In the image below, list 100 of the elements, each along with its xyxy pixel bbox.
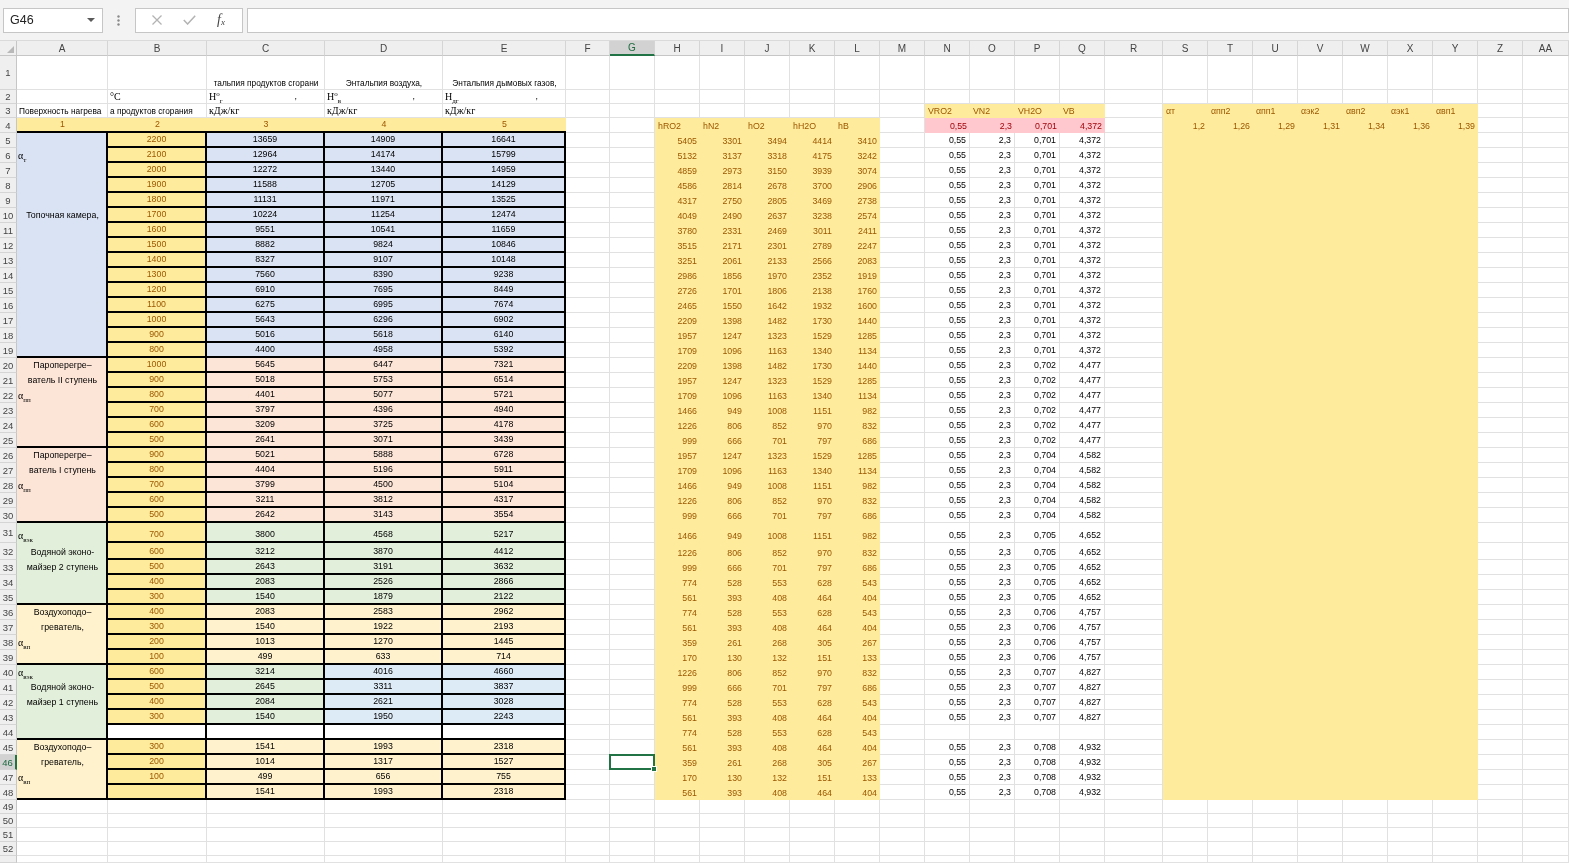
row-header[interactable]: 6 [0,148,17,163]
row-header[interactable]: 33 [0,560,17,575]
select-all-corner[interactable] [0,41,17,56]
row-header[interactable]: 51 [0,828,17,842]
row-header[interactable]: 26 [0,448,17,463]
row-header[interactable]: 42 [0,695,17,710]
row-header[interactable]: 19 [0,343,17,358]
table-cell: 628 [790,725,835,740]
row-header[interactable]: 30 [0,508,17,523]
row-header[interactable]: 7 [0,163,17,178]
column-header[interactable]: C [207,41,325,56]
row-header[interactable]: 32 [0,543,17,560]
name-box[interactable]: G46 [3,7,103,33]
column-header[interactable]: O [970,41,1015,56]
fill-handle[interactable] [651,766,657,772]
column-header[interactable]: F [566,41,610,56]
row-header[interactable]: 24 [0,418,17,433]
row-header[interactable]: 41 [0,680,17,695]
row-header[interactable]: 20 [0,358,17,373]
column-header[interactable]: Y [1433,41,1478,56]
row-header[interactable]: 2 [0,90,17,104]
table-cell: 1540 [207,620,325,635]
row-header[interactable]: 47 [0,770,17,785]
column-header[interactable]: R [1105,41,1163,56]
row-header[interactable]: 44 [0,725,17,740]
column-header[interactable]: T [1208,41,1253,56]
row-header[interactable]: 27 [0,463,17,478]
row-header[interactable]: 22 [0,388,17,403]
column-header[interactable]: Q [1060,41,1105,56]
column-header[interactable]: V [1298,41,1343,56]
row-header[interactable]: 52 [0,842,17,856]
row-header[interactable]: 16 [0,298,17,313]
row-header[interactable]: 14 [0,268,17,283]
caret-icon[interactable] [87,18,95,22]
column-header[interactable]: W [1343,41,1388,56]
column-header[interactable]: X [1388,41,1433,56]
row-header[interactable]: 39 [0,650,17,665]
column-header[interactable]: N [925,41,970,56]
row-header[interactable]: 11 [0,223,17,238]
column-header[interactable]: Z [1478,41,1523,56]
row-header[interactable]: 38 [0,635,17,650]
row-header[interactable]: 45 [0,740,17,755]
table-cell: 999 [655,433,700,448]
column-header[interactable]: B [108,41,207,56]
row-header[interactable]: 17 [0,313,17,328]
row-header[interactable]: 29 [0,493,17,508]
table-cell: 11971 [325,193,443,208]
column-header[interactable]: K [790,41,835,56]
table-cell: 1709 [655,463,700,478]
row-header[interactable]: 31 [0,523,17,543]
row-header[interactable]: 48 [0,785,17,800]
row-header[interactable]: 9 [0,193,17,208]
table-cell: 300 [108,740,207,755]
row-header[interactable]: 34 [0,575,17,590]
insert-function-button[interactable]: f$_{x}$ [210,10,232,30]
row-header[interactable]: 35 [0,590,17,605]
row-header[interactable]: 49 [0,800,17,814]
row-header[interactable]: 46 [0,755,17,770]
column-header[interactable]: E [443,41,566,56]
table-cell: 1,29 [1253,118,1298,133]
column-header[interactable]: P [1015,41,1060,56]
column-header[interactable]: J [745,41,790,56]
row-header[interactable]: 25 [0,433,17,448]
column-header[interactable]: AA [1523,41,1569,56]
row-header[interactable]: 3 [0,104,17,118]
table-cell: 1340 [790,463,835,478]
column-header[interactable]: L [835,41,880,56]
row-header[interactable]: 10 [0,208,17,223]
vertical-dots-icon[interactable] [117,14,120,26]
column-header[interactable]: A [17,41,108,56]
row-header[interactable] [0,856,17,863]
table-cell: 1008 [745,523,790,543]
row-header[interactable]: 40 [0,665,17,680]
section-label: Водяной эконо- [30,683,95,693]
row-header[interactable]: 21 [0,373,17,388]
row-header[interactable]: 50 [0,814,17,828]
row-header[interactable]: 15 [0,283,17,298]
table-cell: 628 [790,695,835,710]
row-header[interactable]: 43 [0,710,17,725]
column-header[interactable]: M [880,41,925,56]
formula-input[interactable] [247,7,1569,33]
column-header[interactable]: S [1163,41,1208,56]
column-header[interactable]: D [325,41,443,56]
column-header[interactable]: I [700,41,745,56]
row-header[interactable]: 18 [0,328,17,343]
row-header[interactable]: 4 [0,118,17,133]
row-header[interactable]: 28 [0,478,17,493]
row-header[interactable]: 23 [0,403,17,418]
table-cell: 3780 [655,223,700,238]
table-cell: 170 [655,770,700,785]
row-header[interactable]: 12 [0,238,17,253]
row-header[interactable]: 37 [0,620,17,635]
column-header[interactable]: U [1253,41,1298,56]
row-header[interactable]: 13 [0,253,17,268]
row-header[interactable]: 36 [0,605,17,620]
row-header[interactable]: 8 [0,178,17,193]
column-header[interactable]: G [610,41,655,56]
row-header[interactable]: 1 [0,56,17,90]
row-header[interactable]: 5 [0,133,17,148]
column-header[interactable]: H [655,41,700,56]
